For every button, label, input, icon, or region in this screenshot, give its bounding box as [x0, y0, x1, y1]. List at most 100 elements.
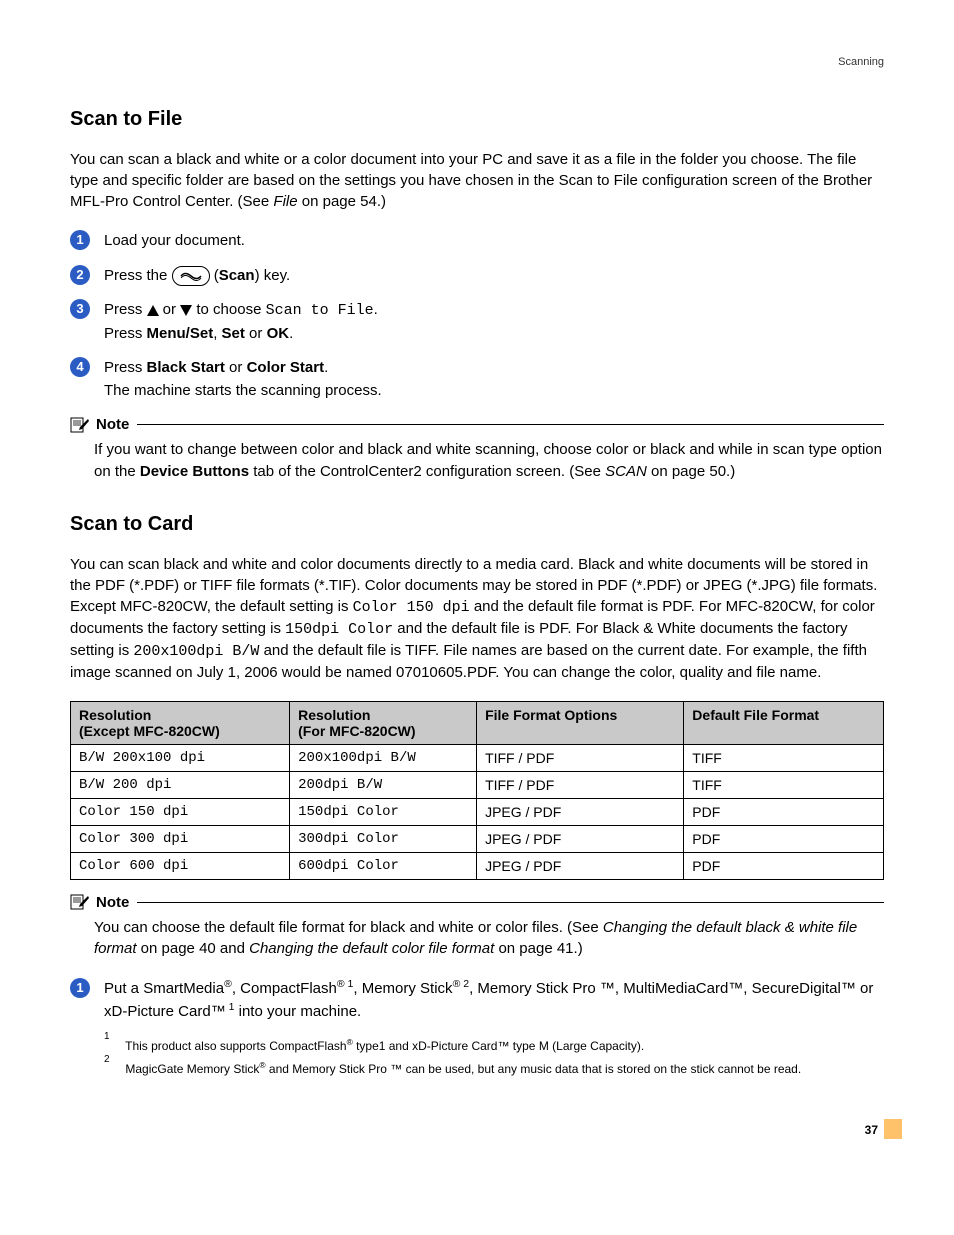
- step-4a-2: Color Start: [247, 359, 325, 376]
- note-rule: [137, 424, 884, 425]
- card-note-pre: You can choose the default file format f…: [94, 919, 603, 936]
- fn2-pre: MagicGate Memory Stick: [125, 1062, 259, 1076]
- card-note-mid: on page 40 and: [137, 940, 250, 957]
- down-arrow-icon: [180, 305, 192, 316]
- table-cell: JPEG / PDF: [477, 852, 684, 879]
- table-row: Color 150 dpi150dpi ColorJPEG / PDFPDF: [71, 798, 884, 825]
- step-4a-1: Black Start: [147, 359, 225, 376]
- page-number-tab: [884, 1119, 902, 1139]
- table-cell: JPEG / PDF: [477, 825, 684, 852]
- note-scan-to-file: Note If you want to change between color…: [70, 416, 884, 483]
- fn2-post: and Memory Stick Pro ™ can be used, but …: [266, 1062, 802, 1076]
- page-number: 37: [865, 1123, 878, 1137]
- step-number-icon: 1: [70, 978, 90, 998]
- table-cell: B/W 200 dpi: [71, 771, 290, 798]
- section-title-scan-to-card: Scan to Card: [70, 513, 884, 536]
- note-pencil-icon: [70, 894, 90, 910]
- step-3a-mid: or: [159, 301, 181, 318]
- step-3a-pre: Press: [104, 301, 147, 318]
- note-rule: [137, 902, 884, 903]
- table-cell: Color 600 dpi: [71, 852, 290, 879]
- table-header-2: Resolution (For MFC-820CW): [290, 701, 477, 744]
- table-row: B/W 200 dpi200dpi B/WTIFF / PDFTIFF: [71, 771, 884, 798]
- th1a: Resolution: [79, 707, 151, 723]
- intro-text: You can scan a black and white or a colo…: [70, 151, 872, 210]
- card-note-post: on page 41.): [494, 940, 582, 957]
- fn1-post: type1 and xD-Picture Card™ type M (Large…: [353, 1039, 644, 1053]
- step-number-icon: 3: [70, 299, 90, 319]
- cs1-sep2: , Memory Stick: [353, 980, 452, 997]
- cs1-post: into your machine.: [234, 1003, 361, 1020]
- note-label: Note: [96, 416, 129, 433]
- step-4a-c: or: [225, 359, 247, 376]
- th1b: (Except MFC-820CW): [79, 723, 220, 739]
- cs1-pre: Put a SmartMedia: [104, 980, 224, 997]
- step-2: 2 Press the (Scan) key.: [70, 265, 884, 288]
- th2a: Resolution: [298, 707, 370, 723]
- step-3b-3: OK: [267, 325, 290, 342]
- card-intro-code1: Color 150 dpi: [353, 599, 470, 616]
- table-row: B/W 200x100 dpi200x100dpi B/WTIFF / PDFT…: [71, 744, 884, 771]
- note-body-link: SCAN: [605, 463, 647, 480]
- step-4b: The machine starts the scanning process.: [104, 382, 382, 399]
- table-cell: TIFF / PDF: [477, 744, 684, 771]
- table-cell: B/W 200x100 dpi: [71, 744, 290, 771]
- step-4a-pre: Press: [104, 359, 147, 376]
- step-3a-end: .: [374, 301, 378, 318]
- step-3b-end: .: [289, 325, 293, 342]
- footnote-2: 2 MagicGate Memory Stick® and Memory Sti…: [104, 1060, 884, 1079]
- table-cell: 200dpi B/W: [290, 771, 477, 798]
- table-cell: PDF: [684, 798, 884, 825]
- note-scan-to-card: Note You can choose the default file for…: [70, 894, 884, 961]
- note-body: You can choose the default file format f…: [94, 917, 884, 961]
- fn1-pre: This product also supports CompactFlash: [125, 1039, 346, 1053]
- note-body-bold: Device Buttons: [140, 463, 249, 480]
- step-3b-1: Menu/Set: [147, 325, 214, 342]
- note-label: Note: [96, 894, 129, 911]
- intro-text-post: on page 54.): [298, 193, 386, 210]
- table-cell: JPEG / PDF: [477, 798, 684, 825]
- note-body: If you want to change between color and …: [94, 439, 884, 483]
- table-header-4: Default File Format: [684, 701, 884, 744]
- cs1-fn2: 2: [460, 978, 469, 990]
- table-cell: TIFF / PDF: [477, 771, 684, 798]
- scan-to-file-intro: You can scan a black and white or a colo…: [70, 149, 884, 212]
- th2b: (For MFC-820CW): [298, 723, 415, 739]
- table-cell: Color 300 dpi: [71, 825, 290, 852]
- resolution-table: Resolution (Except MFC-820CW) Resolution…: [70, 701, 884, 880]
- step-3a-post: to choose: [192, 301, 265, 318]
- scan-to-card-intro: You can scan black and white and color d…: [70, 554, 884, 683]
- table-header-3: File Format Options: [477, 701, 684, 744]
- step-3b-c1: ,: [213, 325, 221, 342]
- step-2-scan: Scan: [219, 267, 255, 284]
- step-2-post: ) key.: [255, 267, 291, 284]
- step-number-icon: 1: [70, 230, 90, 250]
- table-cell: TIFF: [684, 744, 884, 771]
- up-arrow-icon: [147, 305, 159, 316]
- step-number-icon: 4: [70, 357, 90, 377]
- intro-link-file: File: [273, 193, 297, 210]
- card-step-1: 1 Put a SmartMedia®, CompactFlash® 1, Me…: [70, 978, 884, 1023]
- step-2-pre: Press the: [104, 267, 172, 284]
- step-3a-code: Scan to File: [266, 302, 374, 319]
- card-intro-code2: 150dpi Color: [285, 621, 393, 638]
- step-3b-2: Set: [222, 325, 245, 342]
- table-cell: Color 150 dpi: [71, 798, 290, 825]
- note-body-post: on page 50.): [647, 463, 735, 480]
- card-intro-code3: 200x100dpi B/W: [133, 643, 259, 660]
- step-1: 1 Load your document.: [70, 230, 884, 253]
- table-row: Color 300 dpi300dpi ColorJPEG / PDFPDF: [71, 825, 884, 852]
- table-cell: 300dpi Color: [290, 825, 477, 852]
- table-cell: PDF: [684, 852, 884, 879]
- section-title-scan-to-file: Scan to File: [70, 108, 884, 131]
- step-1-text: Load your document.: [104, 232, 245, 249]
- step-3: 3 Press or to choose Scan to File. Press…: [70, 299, 884, 345]
- table-cell: 150dpi Color: [290, 798, 477, 825]
- footnote-1: 1 This product also supports CompactFlas…: [104, 1037, 884, 1056]
- step-3b-pre: Press: [104, 325, 147, 342]
- table-cell: 600dpi Color: [290, 852, 477, 879]
- step-3b-c2: or: [245, 325, 267, 342]
- step-4a-end: .: [324, 359, 328, 376]
- table-header-1: Resolution (Except MFC-820CW): [71, 701, 290, 744]
- table-cell: PDF: [684, 825, 884, 852]
